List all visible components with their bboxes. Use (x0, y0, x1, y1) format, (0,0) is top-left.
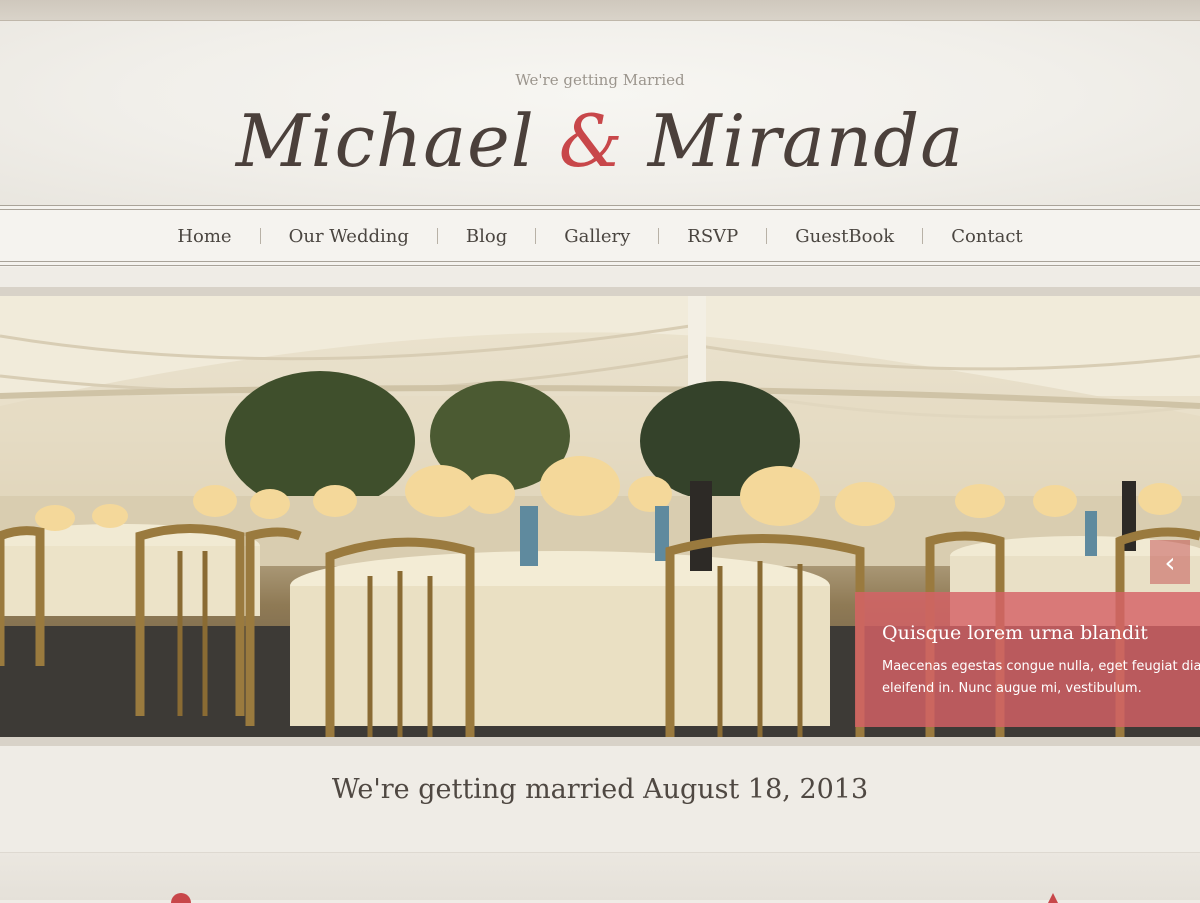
slider-prev-arrow[interactable]: ‹ (1150, 540, 1190, 584)
caption-line-2: eleifend in. Nunc augue mi, vestibulum. (882, 681, 1142, 696)
logo-second-name: Miranda (647, 99, 965, 183)
logo-ampersand: & (558, 99, 624, 183)
main-navigation: Home Our Wedding Blog Gallery RSVP Guest… (0, 205, 1200, 267)
nav-item-rsvp[interactable]: RSVP (659, 226, 766, 247)
site-logo[interactable]: Michael & Miranda (0, 99, 1200, 183)
nav-menu: Home Our Wedding Blog Gallery RSVP Guest… (0, 205, 1200, 267)
caption-title: Quisque lorem urna blandit (882, 622, 1148, 644)
ring-icon (1048, 893, 1058, 903)
nav-item-our-wedding[interactable]: Our Wedding (261, 226, 437, 247)
nav-item-gallery[interactable]: Gallery (536, 226, 658, 247)
tagline: We're getting Married (515, 71, 685, 89)
slider-caption: Quisque lorem urna blandit Maecenas eges… (855, 592, 1200, 727)
nav-item-blog[interactable]: Blog (438, 226, 535, 247)
features-section (0, 853, 1200, 903)
caption-line-1: Maecenas egestas congue nulla, eget feug… (882, 659, 1200, 674)
site-header: We're getting Married Michael & Miranda (0, 21, 1200, 206)
logo-first-name: Michael (235, 99, 535, 183)
nav-item-contact[interactable]: Contact (923, 226, 1050, 247)
top-strip (0, 0, 1200, 21)
heart-icon (171, 893, 191, 903)
wedding-date-heading: We're getting married August 18, 2013 (331, 774, 869, 805)
caption-text: Maecenas egestas congue nulla, eget feug… (882, 656, 1200, 700)
nav-item-home[interactable]: Home (149, 226, 259, 247)
nav-item-guestbook[interactable]: GuestBook (767, 226, 922, 247)
